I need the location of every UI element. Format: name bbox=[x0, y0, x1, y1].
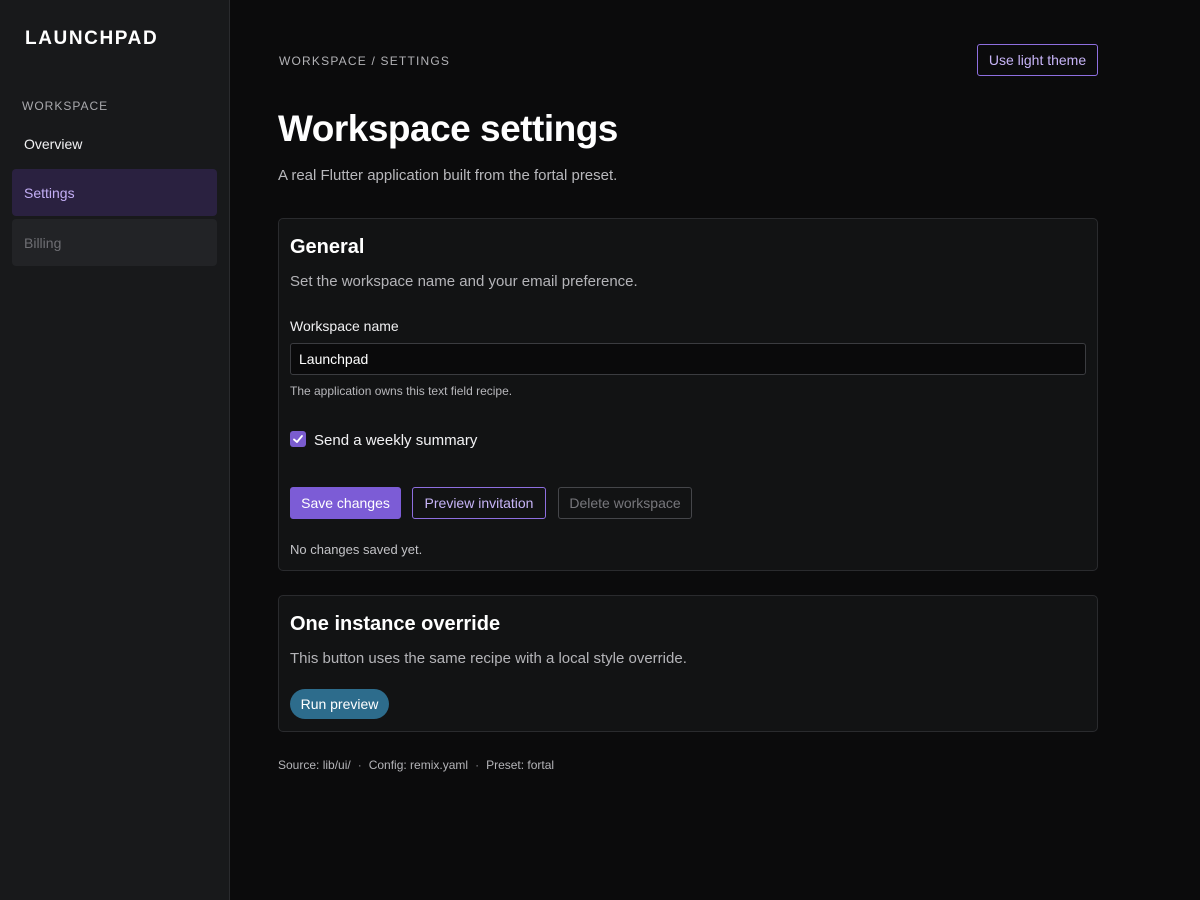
theme-toggle-button[interactable]: Use light theme bbox=[977, 44, 1098, 76]
workspace-name-input[interactable] bbox=[290, 343, 1086, 375]
breadcrumb: WORKSPACE / SETTINGS bbox=[279, 54, 451, 68]
footer-preset: Preset: fortal bbox=[486, 758, 555, 772]
brand-logo: LAUNCHPAD bbox=[25, 28, 159, 49]
footer-source: Source: lib/ui/ bbox=[278, 758, 351, 772]
save-button[interactable]: Save changes bbox=[290, 487, 401, 519]
save-status-text: No changes saved yet. bbox=[290, 542, 423, 557]
card-description: This button uses the same recipe with a … bbox=[290, 650, 687, 667]
sidebar-item-label: Overview bbox=[24, 135, 83, 152]
card-title: One instance override bbox=[290, 613, 501, 635]
workspace-name-label: Workspace name bbox=[290, 318, 399, 334]
sidebar-item-label: Settings bbox=[24, 184, 75, 201]
sidebar-item-billing[interactable]: Billing bbox=[12, 219, 217, 266]
footer-config: Config: remix.yaml bbox=[368, 758, 469, 772]
delete-workspace-button[interactable]: Delete workspace bbox=[558, 487, 692, 519]
weekly-summary-label[interactable]: Send a weekly summary bbox=[314, 432, 477, 449]
general-card: General Set the workspace name and your … bbox=[278, 218, 1098, 571]
weekly-summary-checkbox[interactable] bbox=[290, 431, 306, 447]
page-title: Workspace settings bbox=[278, 108, 618, 149]
check-icon bbox=[293, 435, 303, 443]
run-preview-button[interactable]: Run preview bbox=[290, 689, 389, 719]
preview-invitation-button[interactable]: Preview invitation bbox=[412, 487, 546, 519]
sidebar-item-overview[interactable]: Overview bbox=[12, 120, 217, 167]
footer-separator: · bbox=[357, 758, 362, 772]
nav-section-label: WORKSPACE bbox=[22, 99, 109, 113]
sidebar-item-label: Billing bbox=[24, 234, 62, 251]
sidebar: LAUNCHPAD WORKSPACE Overview Settings Bi… bbox=[0, 0, 230, 900]
footer: Source: lib/ui/ · Config: remix.yaml · P… bbox=[278, 758, 554, 772]
sidebar-item-settings[interactable]: Settings bbox=[12, 169, 217, 216]
footer-separator: · bbox=[475, 758, 480, 772]
field-help-text: The application owns this text field rec… bbox=[290, 384, 513, 398]
page-subtitle: A real Flutter application built from th… bbox=[278, 167, 618, 184]
card-title: General bbox=[290, 236, 365, 258]
app-root: LAUNCHPAD WORKSPACE Overview Settings Bi… bbox=[0, 0, 1200, 900]
card-description: Set the workspace name and your email pr… bbox=[290, 273, 638, 290]
override-card: One instance override This button uses t… bbox=[278, 595, 1098, 732]
